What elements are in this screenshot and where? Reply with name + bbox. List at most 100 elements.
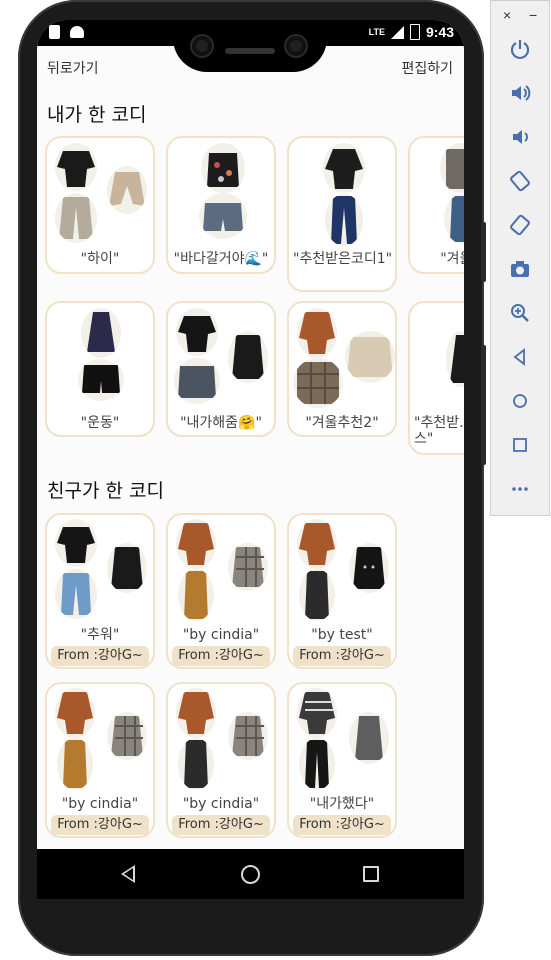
codi-caption: "하이"	[80, 251, 120, 267]
home-icon[interactable]	[506, 387, 534, 415]
my-codi-card[interactable]: "내가해줌🤗"	[166, 301, 276, 437]
outer-item-image	[107, 166, 147, 214]
top-item-image	[176, 519, 216, 569]
top-item-image	[297, 688, 337, 738]
codi-caption: "by cindia"	[182, 796, 260, 812]
power-side-button	[481, 222, 486, 282]
camera-icon[interactable]	[506, 255, 534, 283]
edit-button[interactable]: 편집하기	[401, 58, 453, 78]
bottom-item-image	[57, 738, 93, 790]
volume-down-icon[interactable]	[506, 123, 534, 151]
my-codi-card[interactable]: "추천받은코디1"	[287, 136, 397, 292]
bottom-item-image	[55, 193, 97, 243]
friend-codi-card[interactable]: "추워" From :강아G~	[45, 513, 155, 669]
my-codi-card[interactable]: "운동"	[45, 301, 155, 437]
nav-back-icon-inner	[124, 868, 133, 880]
bottom-item-image	[178, 569, 214, 621]
friend-codi-card[interactable]: "by cindia" From :강아G~	[166, 682, 276, 838]
sd-card-icon	[49, 25, 60, 39]
dress-item-image	[446, 331, 464, 387]
outer-item-image	[228, 712, 268, 760]
outer-item-image	[228, 331, 268, 383]
power-icon[interactable]	[506, 35, 534, 63]
top-item-image	[440, 143, 464, 193]
outer-item-image	[228, 543, 268, 591]
outer-item-image	[345, 331, 395, 383]
rotate-left-icon[interactable]	[506, 167, 534, 195]
status-time: 9:43	[425, 24, 454, 40]
codi-caption: "by cindia"	[182, 627, 260, 643]
back-button[interactable]: 뒤로가기	[47, 58, 99, 78]
codi-caption: "바다갈거야🌊"	[173, 251, 269, 267]
outer-item-image	[349, 712, 389, 764]
bottom-item-image	[178, 738, 214, 790]
emulator-toolbar: × −	[490, 0, 550, 516]
top-item-image	[176, 308, 218, 356]
top-item-image	[297, 308, 337, 358]
outer-item-image	[107, 543, 147, 593]
rotate-right-icon[interactable]	[506, 211, 534, 239]
bottom-item-image	[299, 569, 335, 621]
android-icon	[70, 26, 84, 38]
close-icon[interactable]: ×	[503, 7, 511, 23]
top-bar: 뒤로가기 편집하기	[37, 58, 464, 80]
codi-caption: "by test"	[311, 627, 373, 643]
friend-codi-card[interactable]: "by test" From :강아G~	[287, 513, 397, 669]
top-item-image	[297, 519, 337, 569]
friend-codi-card[interactable]: "by cindia" From :강아G~	[45, 682, 155, 838]
top-item-image	[55, 143, 97, 191]
zoom-icon[interactable]	[506, 299, 534, 327]
top-item-image	[81, 308, 121, 358]
my-codi-card-partial[interactable]: "겨울...	[408, 136, 464, 274]
network-type: LTE	[368, 27, 385, 37]
codi-caption: "by cindia"	[61, 796, 139, 812]
app-screen: LTE 9:43 뒤로가기 편집하기 내가 한 코디 "하이" "바다갈거야🌊"…	[37, 20, 464, 849]
nav-home-icon[interactable]	[241, 865, 260, 884]
friend-codi-title: 친구가 한 코디	[47, 480, 164, 502]
friend-codi-card[interactable]: "by cindia" From :강아G~	[166, 513, 276, 669]
my-codi-card[interactable]: "하이"	[45, 136, 155, 274]
front-camera-right	[286, 36, 306, 56]
top-item-image	[55, 519, 97, 567]
codi-caption: "겨울추천2"	[305, 415, 379, 431]
minimize-icon[interactable]: −	[529, 7, 537, 23]
codi-caption: "운동"	[80, 415, 120, 431]
nav-recents-icon[interactable]	[363, 866, 379, 882]
bottom-item-image	[78, 359, 124, 401]
my-codi-card[interactable]: "겨울추천2"	[287, 301, 397, 437]
from-badge: From :강아G~	[172, 646, 270, 666]
top-item-image	[201, 143, 245, 193]
bottom-item-image	[444, 194, 464, 244]
outer-item-image	[349, 543, 389, 593]
my-codi-title: 내가 한 코디	[47, 104, 147, 126]
front-camera-left	[192, 36, 212, 56]
signal-icon	[390, 25, 404, 39]
bottom-item-image	[199, 193, 247, 239]
codi-caption: "추워"	[80, 627, 120, 643]
overview-icon[interactable]	[506, 431, 534, 459]
from-badge: From :강아G~	[172, 815, 270, 835]
from-badge: From :강아G~	[293, 646, 391, 666]
earpiece-speaker	[225, 48, 275, 54]
more-icon[interactable]	[506, 475, 534, 503]
volume-up-icon[interactable]	[506, 79, 534, 107]
bottom-item-image	[55, 569, 97, 619]
bottom-item-image	[325, 194, 363, 246]
back-icon[interactable]	[506, 343, 534, 371]
my-codi-card[interactable]: "바다갈거야🌊"	[166, 136, 276, 274]
android-nav-bar	[37, 849, 464, 899]
volume-side-button	[481, 345, 486, 465]
friend-codi-card[interactable]: "내가했다" From :강아G~	[287, 682, 397, 838]
codi-caption: "내가했다"	[309, 796, 375, 812]
top-item-image	[55, 688, 95, 738]
codi-caption: "추천받은코디1"	[293, 251, 393, 267]
outer-item-image	[107, 712, 147, 760]
top-item-image	[176, 688, 216, 738]
my-codi-card-partial[interactable]: "추천받... 원피스"	[408, 301, 464, 455]
codi-caption: "내가해줌🤗"	[180, 415, 262, 431]
codi-caption: "추천받... 원피스"	[414, 415, 464, 447]
bottom-item-image	[174, 358, 220, 404]
bottom-item-image	[299, 738, 335, 790]
battery-icon	[409, 24, 420, 40]
from-badge: From :강아G~	[51, 815, 149, 835]
